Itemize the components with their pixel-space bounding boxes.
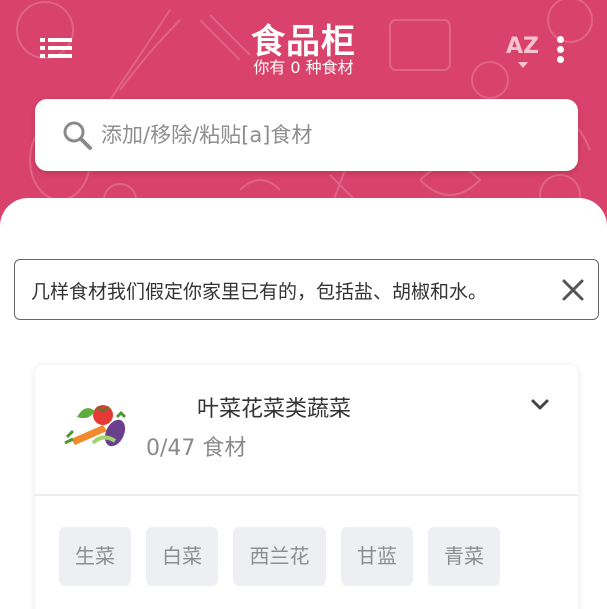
sort-arrow-icon — [518, 62, 528, 68]
ingredient-chip[interactable]: 生菜 — [59, 527, 131, 586]
more-options-button[interactable] — [552, 36, 568, 66]
ingredient-chip[interactable]: 甘蓝 — [341, 527, 413, 586]
assumed-ingredients-notice: 几样食材我们假定你家里已有的，包括盐、胡椒和水。 — [14, 259, 599, 320]
close-icon — [562, 279, 584, 301]
category-card: 叶菜花菜类蔬菜 0/47 食材 生菜 白菜 西兰花 甘蓝 青菜 — [35, 365, 578, 609]
sort-az-button[interactable]: AZ — [506, 34, 542, 68]
ingredient-chip[interactable]: 白菜 — [146, 527, 218, 586]
category-title: 叶菜花菜类蔬菜 — [197, 397, 352, 422]
category-count: 0/47 食材 — [146, 436, 247, 461]
search-icon — [63, 121, 92, 150]
collapse-toggle-button[interactable] — [529, 395, 551, 415]
sort-az-icon: AZ — [506, 34, 539, 59]
notice-text: 几样食材我们假定你家里已有的，包括盐、胡椒和水。 — [31, 281, 488, 303]
search-input[interactable] — [101, 113, 561, 157]
ingredient-chip[interactable]: 西兰花 — [233, 527, 326, 586]
search-bar — [35, 99, 578, 171]
chevron-down-icon — [531, 399, 549, 410]
card-divider — [35, 494, 578, 496]
notice-close-button[interactable] — [559, 276, 587, 304]
vegetables-icon — [64, 405, 127, 447]
ingredient-chip[interactable]: 青菜 — [428, 527, 500, 586]
more-vert-icon — [552, 36, 568, 63]
